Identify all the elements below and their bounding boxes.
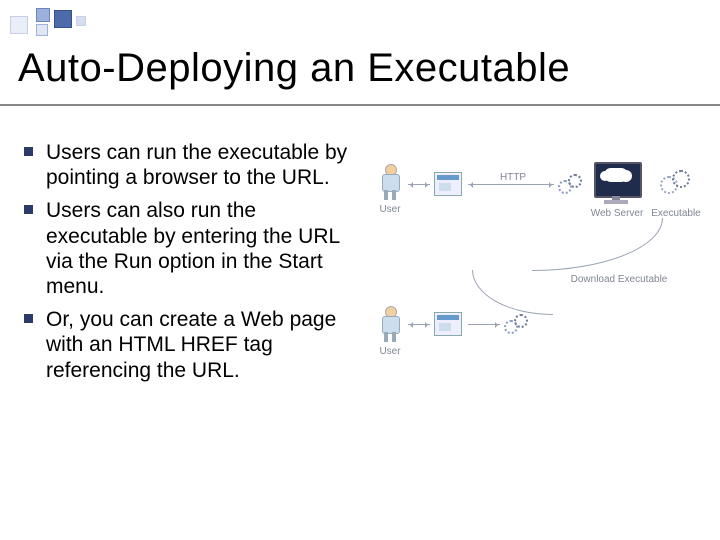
bullet-item: Users can also run the executable by ent… xyxy=(22,198,362,299)
bullet-list: Users can run the executable by pointing… xyxy=(22,140,362,383)
curve-download-2 xyxy=(472,270,553,315)
arrow-user-browser-bot xyxy=(408,324,430,325)
gears-icon xyxy=(504,314,528,338)
title-divider xyxy=(0,104,720,106)
label-user-top: User xyxy=(370,204,410,215)
slide: Auto-Deploying an Executable Users can r… xyxy=(0,0,720,540)
arrow-user-browser xyxy=(408,184,430,185)
diagram: User HTTP Web Server Executable Download… xyxy=(372,156,702,396)
bullet-item: Or, you can create a Web page with an HT… xyxy=(22,307,362,383)
user-icon xyxy=(378,306,404,342)
label-user-bot: User xyxy=(370,346,410,357)
gears-icon xyxy=(558,174,582,198)
server-icon xyxy=(594,162,640,204)
executable-icon xyxy=(660,170,690,200)
user-icon xyxy=(378,164,404,200)
browser-icon xyxy=(434,172,462,196)
label-http: HTTP xyxy=(490,172,536,183)
arrow-http xyxy=(468,184,554,185)
bullet-item: Users can run the executable by pointing… xyxy=(22,140,362,190)
slide-corner-decoration xyxy=(6,6,126,42)
slide-body: Users can run the executable by pointing… xyxy=(22,140,362,391)
arrow-browser-gears xyxy=(468,324,500,325)
browser-icon xyxy=(434,312,462,336)
curve-download xyxy=(532,218,663,271)
slide-title: Auto-Deploying an Executable xyxy=(18,46,702,91)
label-download: Download Executable xyxy=(554,274,684,285)
